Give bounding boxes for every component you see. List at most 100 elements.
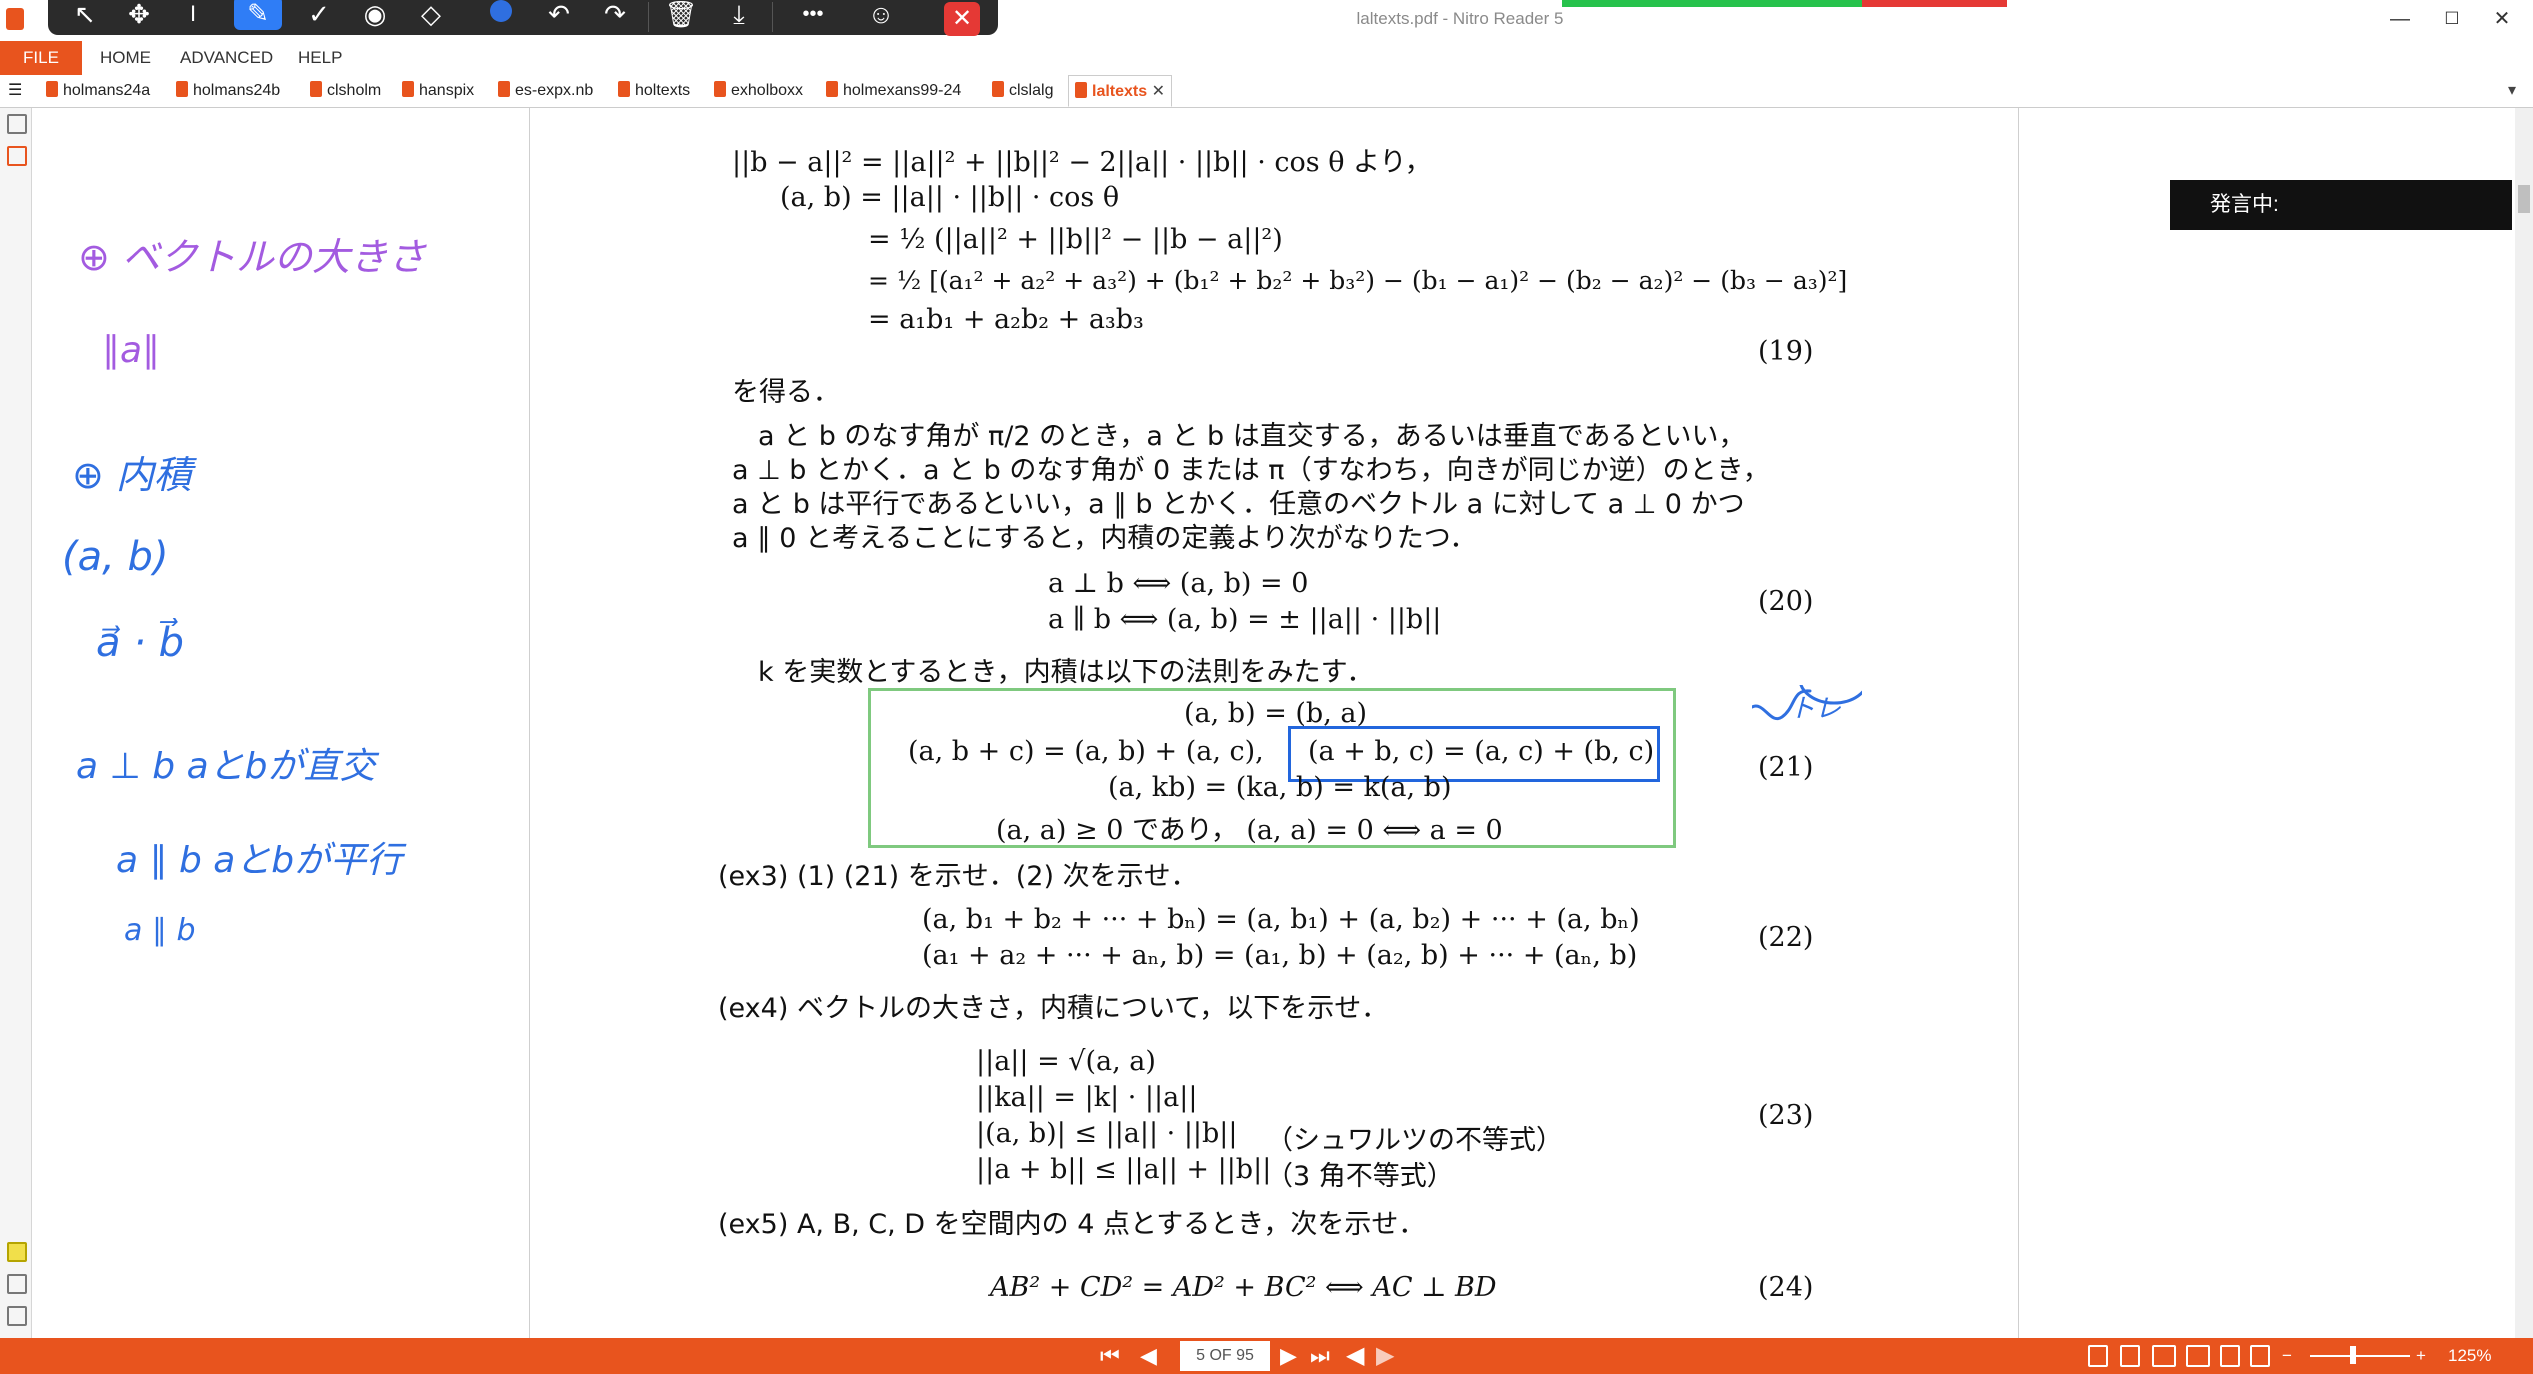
eq-line-4: = ½ [(a₁² + a₂² + a₃²) + (b₁² + b₂² + b₃…	[868, 266, 1848, 295]
eq24: AB² + CD² = AD² + BC² ⟺ AC ⊥ BD	[990, 1272, 1497, 1303]
forward-view-icon[interactable]: ▶	[1376, 1338, 1394, 1374]
note-vector-magnitude: ⊕ ベクトルの大きさ	[78, 235, 427, 279]
menu-file[interactable]: FILE	[0, 41, 82, 75]
pdf-icon	[498, 81, 510, 97]
tab-holmans24a[interactable]: holmans24a	[46, 75, 150, 107]
first-page-icon[interactable]: ⏮	[1100, 1338, 1120, 1374]
nitro-logo-icon	[6, 8, 24, 30]
more-icon[interactable]: •••	[792, 0, 834, 31]
right-margin	[2018, 108, 2515, 1338]
comments-icon[interactable]	[7, 1242, 27, 1262]
pdf-icon	[618, 81, 630, 97]
fit-width-icon[interactable]	[2220, 1345, 2240, 1367]
undo-icon[interactable]: ↶	[538, 0, 580, 31]
tab-exholboxx[interactable]: exholboxx	[714, 75, 803, 107]
check-icon[interactable]: ✓	[298, 0, 340, 31]
eq21-line-4: (a, kb) = (ka, b) = k(a, b)	[1108, 772, 1452, 803]
para-line-4: a ∥ 0 と考えることにすると，内積の定義より次がなりたつ．	[732, 523, 1477, 554]
pdf-icon	[992, 81, 1004, 97]
eq21-line-3: (a + b, c) = (a, c) + (b, c)	[1308, 736, 1655, 767]
zoom-level[interactable]: 125%	[2448, 1338, 2491, 1374]
zoom-slider-knob[interactable]	[2350, 1346, 2356, 1364]
pdf-icon	[402, 81, 414, 97]
scrollbar-thumb[interactable]	[2518, 185, 2530, 213]
tab-es-expx[interactable]: es-expx.nb	[498, 75, 593, 107]
menu-home[interactable]: HOME	[100, 41, 151, 75]
color-dot-icon[interactable]	[490, 0, 512, 22]
annotation-text: トレ	[1788, 694, 1841, 724]
menu-help[interactable]: HELP	[298, 41, 342, 75]
handwritten-notes-area[interactable]: ⊕ ベクトルの大きさ ∥a∥ ⊕ 内積 (a, b) a⃗ · b⃗ a ⊥ b…	[32, 108, 530, 1338]
bookmark-icon[interactable]	[7, 146, 27, 166]
window-title: laltexts.pdf - Nitro Reader 5	[1356, 9, 1564, 28]
eq-number-23: (23)	[1758, 1100, 1814, 1131]
text-get: を得る．	[732, 377, 840, 408]
download-icon[interactable]: ⤓	[718, 0, 760, 31]
tab-close-icon[interactable]: ✕	[1152, 83, 1165, 100]
continuous-page-icon[interactable]	[2120, 1345, 2140, 1367]
eq23-line-4: ||a + b|| ≤ ||a|| + ||b||	[976, 1154, 1272, 1185]
menu-advanced[interactable]: ADVANCED	[180, 41, 273, 75]
tab-holmexans99-24[interactable]: holmexans99-24	[826, 75, 961, 107]
eq-number-19: (19)	[1758, 336, 1814, 367]
minimize-icon[interactable]: —	[2370, 2, 2430, 36]
text-cursor-icon[interactable]: I	[172, 0, 214, 31]
tab-holtexts[interactable]: holtexts	[618, 75, 690, 107]
eq-line-2: (a, b) = ||a|| · ||b|| · cos θ	[780, 182, 1120, 213]
recording-progress-green	[1562, 0, 1862, 7]
single-page-icon[interactable]	[2088, 1345, 2108, 1367]
speaking-indicator: 発言中:	[2170, 180, 2512, 230]
toolbar-close-icon[interactable]: ✕	[944, 2, 980, 36]
attachments-icon[interactable]	[7, 1274, 27, 1294]
note-parallel: a ∥ b aとbが平行	[116, 840, 407, 881]
close-icon[interactable]: ✕	[2472, 2, 2532, 36]
eq23-note-triangle: （3 角不等式）	[1266, 1161, 1454, 1192]
pdf-icon	[310, 81, 322, 97]
page-number-field[interactable]: 5 OF 95	[1180, 1341, 1270, 1371]
pdf-icon	[714, 81, 726, 97]
back-view-icon[interactable]: ◀	[1346, 1338, 1364, 1374]
tab-hanspix[interactable]: hanspix	[402, 75, 474, 107]
select-arrow-icon[interactable]: ↖	[64, 0, 106, 31]
tab-holmans24b[interactable]: holmans24b	[176, 75, 280, 107]
prev-page-icon[interactable]: ◀	[1140, 1338, 1157, 1374]
note-norm-a: ∥a∥	[102, 330, 160, 371]
pen-icon[interactable]: ✎	[234, 0, 282, 30]
next-page-icon[interactable]: ▶	[1280, 1338, 1297, 1374]
redo-icon[interactable]: ↷	[594, 0, 636, 31]
tab-clsholm[interactable]: clsholm	[310, 75, 381, 107]
eq-number-21: (21)	[1758, 752, 1814, 783]
trash-icon[interactable]: 🗑	[660, 0, 702, 31]
pan-icon[interactable]: ✥	[118, 0, 160, 31]
note-parallel-2: a ∥ b	[124, 913, 196, 948]
eq23-note-schwarz: （シュワルツの不等式）	[1266, 1125, 1563, 1156]
zoom-in-icon[interactable]: +	[2416, 1338, 2426, 1374]
eq-number-20: (20)	[1758, 586, 1814, 617]
vertical-scrollbar[interactable]	[2515, 108, 2533, 1338]
eq21-line-2: (a, b + c) = (a, b) + (a, c),	[908, 736, 1264, 767]
note-perpendicular: a ⊥ b aとbが直交	[76, 746, 380, 787]
pdf-icon	[46, 81, 58, 97]
pdf-icon	[826, 81, 838, 97]
pdf-icon	[1075, 82, 1087, 98]
zoom-slider[interactable]	[2310, 1355, 2410, 1357]
pages-icon[interactable]	[7, 114, 27, 134]
eraser-icon[interactable]: ◇	[410, 0, 452, 31]
facing-continuous-icon[interactable]	[2186, 1345, 2210, 1367]
last-page-icon[interactable]: ⏭	[1310, 1338, 1330, 1374]
facing-page-icon[interactable]	[2152, 1345, 2176, 1367]
layers-icon[interactable]	[7, 1306, 27, 1326]
note-inner-product: ⊕ 内積	[72, 453, 197, 497]
user-icon[interactable]: ☺	[860, 0, 902, 31]
fit-page-icon[interactable]	[2250, 1345, 2270, 1367]
tab-clslalg[interactable]: clslalg	[992, 75, 1053, 107]
zoom-out-icon[interactable]: −	[2282, 1338, 2292, 1374]
tab-overflow-icon[interactable]: ▾	[2508, 75, 2516, 107]
stamp-icon[interactable]: ◉	[354, 0, 396, 31]
eq22-line-1: (a, b₁ + b₂ + ··· + bₙ) = (a, b₁) + (a, …	[922, 904, 1640, 935]
eq-line-5: = a₁b₁ + a₂b₂ + a₃b₃	[868, 304, 1144, 335]
tab-list-icon[interactable]: ☰	[8, 75, 22, 107]
text-ex3: (ex3) (1) (21) を示せ．(2) 次を示せ．	[718, 861, 1198, 892]
left-side-panel	[0, 108, 32, 1338]
tab-laltexts[interactable]: laltexts ✕	[1068, 75, 1172, 107]
